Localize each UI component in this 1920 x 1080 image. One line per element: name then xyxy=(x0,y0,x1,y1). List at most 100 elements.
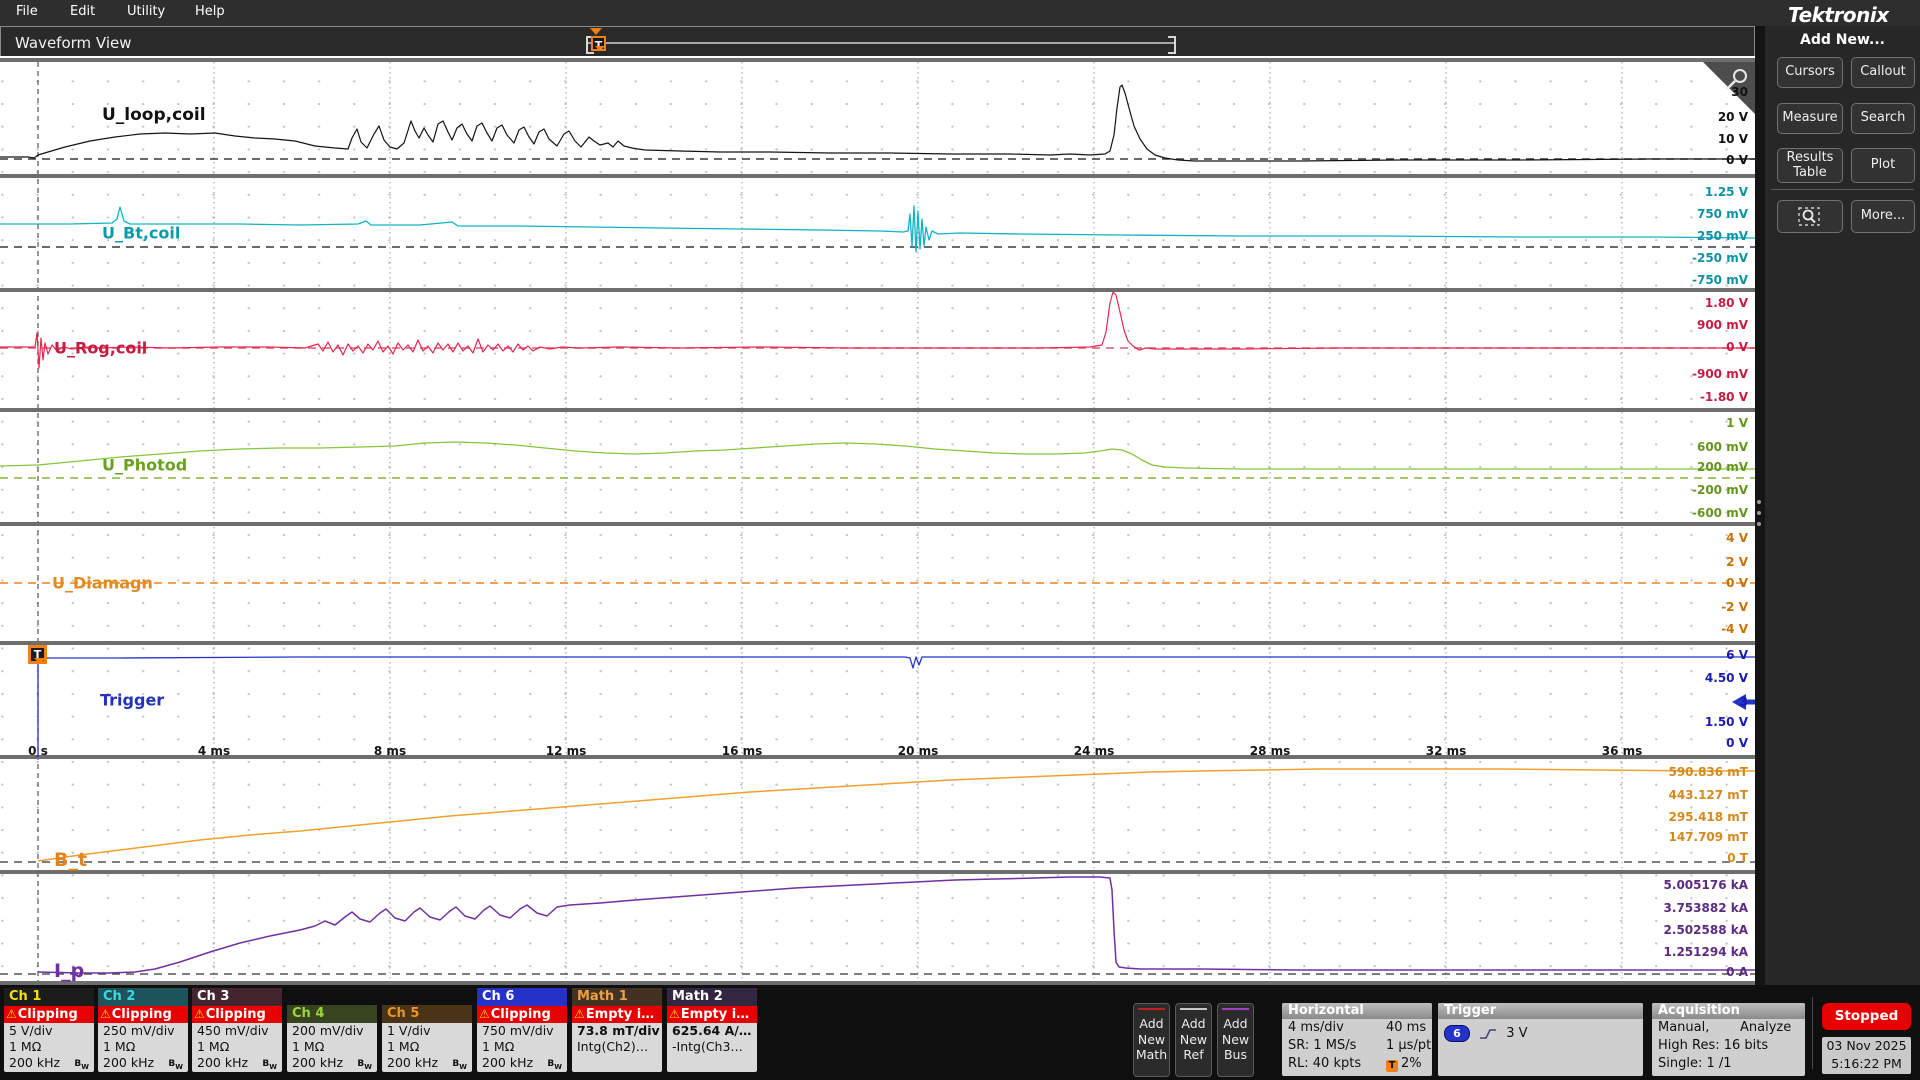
menu-file[interactable]: File xyxy=(16,4,38,19)
clipping-warning: ⚠Clipping xyxy=(192,1006,282,1023)
trigger-panel-title: Trigger xyxy=(1438,1003,1643,1019)
channel-card-ch1[interactable]: Ch 1⚠Clipping5 V/div1 MΩ200 kHzBW xyxy=(4,988,94,1072)
menu-help[interactable]: Help xyxy=(195,4,225,19)
menu-bar: File Edit Utility Help xyxy=(0,0,1920,26)
channel-card-ch3[interactable]: Ch 3⚠Clipping450 mV/div1 MΩ200 kHzBW xyxy=(192,988,282,1072)
acquisition-panel[interactable]: Acquisition Manual, Analyze High Res: 16 … xyxy=(1652,1003,1805,1076)
acquisition-panel-title: Acquisition xyxy=(1652,1003,1805,1019)
add-new-bus-button[interactable]: AddNewBus xyxy=(1217,1003,1254,1077)
card-row: 450 mV/div xyxy=(192,1023,282,1039)
acquisition-single: Single: 1 /1 xyxy=(1652,1055,1805,1073)
plot-button[interactable]: Plot xyxy=(1851,148,1915,183)
record-right-bracket xyxy=(1168,36,1176,54)
trigger-position-chip-icon: T xyxy=(1386,1060,1398,1072)
card-row: Intg(Ch2)… xyxy=(572,1039,662,1055)
card-row: 200 kHzBW xyxy=(287,1055,377,1071)
measure-button[interactable]: Measure xyxy=(1777,103,1843,134)
card-row: 750 mV/div xyxy=(477,1023,567,1039)
trigger-source-badge: 6 xyxy=(1444,1025,1470,1042)
channel-card-ch4[interactable]: Ch 4200 mV/div1 MΩ200 kHzBW xyxy=(287,1005,377,1072)
right-sidebar: Add New... Cursors Callout Measure Search Re… xyxy=(1765,26,1920,985)
bottom-settings-bar: Horizontal 4 ms/div40 ms SR: 1 MS/s1 µs/… xyxy=(0,985,1920,1080)
warning-triangle-icon: ⚠ xyxy=(574,1007,585,1021)
card-row: 1 V/div xyxy=(382,1023,472,1039)
warning-triangle-icon: ⚠ xyxy=(479,1007,490,1021)
trigger-position-marker-icon[interactable]: T xyxy=(591,36,606,51)
card-row: 1 MΩ xyxy=(382,1039,472,1055)
acquisition-analyze: Analyze xyxy=(1740,1019,1791,1037)
card-row: 625.64 A/… xyxy=(667,1023,757,1039)
card-header: Math 1 xyxy=(572,988,662,1006)
record-line xyxy=(586,42,1176,44)
datetime-display: 03 Nov 2025 5:16:22 PM xyxy=(1822,1037,1911,1074)
acquisition-highres: High Res: 16 bits xyxy=(1652,1037,1805,1055)
waveform-view-title: Waveform View xyxy=(15,34,132,52)
clipping-warning: ⚠Clipping xyxy=(477,1006,567,1023)
zoom-select-icon xyxy=(1797,206,1823,228)
clipping-warning: ⚠Empty i… xyxy=(667,1006,757,1023)
channel-card-math1[interactable]: Math 1⚠Empty i…73.8 mT/divIntg(Ch2)… xyxy=(572,988,662,1072)
bandwidth-limit-indicator: BW xyxy=(357,1056,372,1072)
panel-drag-handle[interactable] xyxy=(1757,500,1763,526)
trigger-panel[interactable]: Trigger 6 3 V xyxy=(1438,1003,1643,1076)
trigger-level-value: 3 V xyxy=(1506,1026,1527,1041)
trigger-t-badge[interactable]: T xyxy=(28,645,47,664)
warning-triangle-icon: ⚠ xyxy=(6,1007,17,1021)
card-row: 200 kHzBW xyxy=(477,1055,567,1071)
menu-utility[interactable]: Utility xyxy=(127,4,165,19)
horizontal-sample-rate: SR: 1 MS/s xyxy=(1288,1038,1356,1053)
card-row: 5 V/div xyxy=(4,1023,94,1039)
run-stop-status-button[interactable]: Stopped xyxy=(1822,1003,1911,1030)
add-new-ref-button[interactable]: AddNewRef xyxy=(1175,1003,1212,1077)
card-header: Ch 2 xyxy=(98,988,188,1006)
card-header: Ch 5 xyxy=(382,1005,472,1023)
card-row: 200 kHzBW xyxy=(382,1055,472,1071)
card-row: 200 kHzBW xyxy=(98,1055,188,1071)
record-view-bar[interactable]: T xyxy=(586,33,1176,53)
card-row: 200 kHzBW xyxy=(192,1055,282,1071)
card-header: Ch 6 xyxy=(477,988,567,1006)
acquisition-mode: Manual, xyxy=(1658,1020,1709,1035)
zoom-select-button[interactable] xyxy=(1777,200,1843,233)
channel-card-ch6[interactable]: Ch 6⚠Clipping750 mV/div1 MΩ200 kHzBW xyxy=(477,988,567,1072)
channel-card-ch5[interactable]: Ch 51 V/div1 MΩ200 kHzBW xyxy=(382,1005,472,1072)
card-row: 200 kHzBW xyxy=(4,1055,94,1071)
card-row: 73.8 mT/div xyxy=(572,1023,662,1039)
add-new-math-button[interactable]: AddNewMath xyxy=(1133,1003,1170,1077)
tektronix-logo: Tektronix xyxy=(1788,3,1889,27)
callout-button[interactable]: Callout xyxy=(1851,57,1915,88)
date-text: 03 Nov 2025 xyxy=(1822,1037,1911,1055)
sidebar-divider xyxy=(1771,189,1914,190)
bandwidth-limit-indicator: BW xyxy=(74,1056,89,1072)
card-row: 1 MΩ xyxy=(192,1039,282,1055)
warning-triangle-icon: ⚠ xyxy=(100,1007,111,1021)
results-table-button[interactable]: Results Table xyxy=(1777,148,1843,183)
channel-card-ch2[interactable]: Ch 2⚠Clipping250 mV/div1 MΩ200 kHzBW xyxy=(98,988,188,1072)
card-header: Ch 1 xyxy=(4,988,94,1006)
card-row: 1 MΩ xyxy=(98,1039,188,1055)
clipping-warning: ⚠Clipping xyxy=(98,1006,188,1023)
card-header: Math 2 xyxy=(667,988,757,1006)
card-row: 1 MΩ xyxy=(287,1039,377,1055)
card-header: Ch 4 xyxy=(287,1005,377,1023)
horizontal-record-length: RL: 40 kpts xyxy=(1288,1056,1361,1071)
channel-card-math2[interactable]: Math 2⚠Empty i…625.64 A/…-Intg(Ch3… xyxy=(667,988,757,1072)
bandwidth-limit-indicator: BW xyxy=(262,1056,277,1072)
menu-edit[interactable]: Edit xyxy=(70,4,95,19)
rising-edge-icon xyxy=(1478,1027,1498,1041)
card-row: 1 MΩ xyxy=(4,1039,94,1055)
add-new-heading: Add New... xyxy=(1765,32,1920,48)
horizontal-panel[interactable]: Horizontal 4 ms/div40 ms SR: 1 MS/s1 µs/… xyxy=(1282,1003,1432,1076)
horizontal-scale: 4 ms/div xyxy=(1288,1020,1344,1035)
bandwidth-limit-indicator: BW xyxy=(547,1056,562,1072)
warning-triangle-icon: ⚠ xyxy=(194,1007,205,1021)
card-row: -Intg(Ch3… xyxy=(667,1039,757,1055)
card-row: 200 mV/div xyxy=(287,1023,377,1039)
bandwidth-limit-indicator: BW xyxy=(168,1056,183,1072)
cursors-button[interactable]: Cursors xyxy=(1777,57,1843,88)
time-text: 5:16:22 PM xyxy=(1822,1055,1911,1073)
warning-triangle-icon: ⚠ xyxy=(669,1007,680,1021)
more--button[interactable]: More... xyxy=(1851,200,1915,233)
card-row: 250 mV/div xyxy=(98,1023,188,1039)
search-button[interactable]: Search xyxy=(1851,103,1915,134)
